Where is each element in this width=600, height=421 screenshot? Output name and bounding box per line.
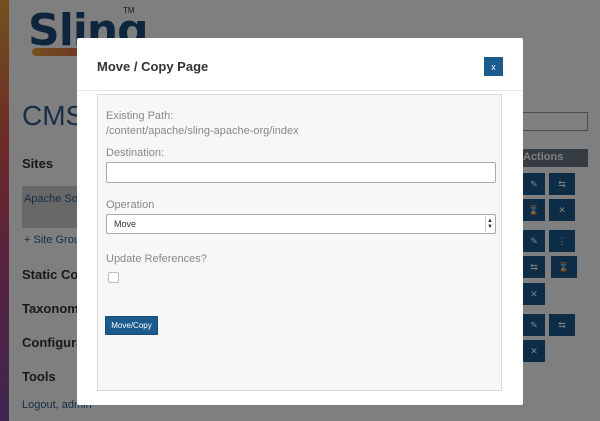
dropdown-arrow-icon[interactable]: ▲ ▼	[485, 216, 494, 232]
existing-path-value: /content/apache/sling-apache-org/index	[106, 125, 299, 137]
close-button[interactable]: x	[484, 57, 503, 76]
dialog-divider	[77, 90, 523, 91]
update-references-label: Update References?	[106, 253, 207, 265]
move-copy-dialog: Move / Copy Page x Existing Path: /conte…	[77, 38, 523, 405]
operation-label: Operation	[106, 199, 155, 211]
operation-select[interactable]: Move ▲ ▼	[106, 214, 496, 234]
destination-input[interactable]	[106, 162, 496, 183]
destination-label: Destination:	[106, 147, 165, 159]
existing-path-label: Existing Path:	[106, 110, 174, 122]
update-references-checkbox[interactable]	[108, 272, 119, 283]
dialog-title: Move / Copy Page	[97, 59, 209, 74]
move-copy-form: Existing Path: /content/apache/sling-apa…	[97, 94, 502, 391]
move-copy-button[interactable]: Move/Copy	[105, 316, 158, 335]
operation-selected-value: Move	[114, 219, 137, 229]
